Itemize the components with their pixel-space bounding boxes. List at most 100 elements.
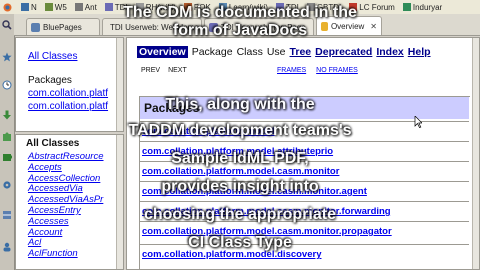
nav-overview: Overview <box>137 46 188 58</box>
bookmark-label: RH(wiki) <box>145 2 176 12</box>
network-icon[interactable] <box>2 210 12 220</box>
tab-bluepages[interactable]: BluePages <box>26 18 100 35</box>
nav-tree[interactable]: Tree <box>290 46 312 58</box>
bookmark-label: TDI <box>114 2 128 12</box>
bookmark-item[interactable]: RH(wiki) <box>133 1 179 13</box>
tab-overview[interactable]: Overview ✕ <box>316 16 382 35</box>
text-cursor-icon <box>414 116 422 128</box>
bookmark-label: Learn(wiki) <box>228 2 268 12</box>
bookmark-label: W5 <box>54 2 67 12</box>
prev-next-nav: PREV NEXT <box>141 67 187 74</box>
bookmark-star-icon[interactable] <box>2 52 12 62</box>
package-link[interactable]: com.collation.platform.model.casm.monito… <box>142 166 339 177</box>
bookmark-label: TDI <box>285 2 299 12</box>
scrollbar[interactable] <box>116 38 123 131</box>
package-link[interactable]: com.collation.platform.model <box>142 126 275 137</box>
nav-help[interactable]: Help <box>408 46 431 58</box>
scrollbar[interactable] <box>472 38 479 269</box>
overview-frame: Overview Package Class Use Tree Deprecat… <box>126 37 480 270</box>
sidebar-toolbar <box>0 14 15 270</box>
package-list-frame: All Classes Packages com.collation.platf… <box>15 37 124 132</box>
bookmark-favicon-icon <box>135 3 144 11</box>
package-link[interactable]: com.collation.platform.model.casm.monito… <box>142 206 391 217</box>
bookmark-favicon-icon <box>74 3 83 11</box>
all-classes-link[interactable]: All Classes <box>28 51 77 62</box>
javadoc-navbar: Overview Package Class Use Tree Deprecat… <box>137 45 431 59</box>
no-frames-link[interactable]: NO FRAMES <box>316 67 358 74</box>
bookmark-label: N <box>31 2 37 12</box>
nav-deprecated[interactable]: Deprecated <box>315 46 372 58</box>
next-label: NEXT <box>168 67 187 74</box>
bookmark-favicon-icon <box>402 3 411 11</box>
bookmark-item[interactable]: GBTDI <box>304 1 344 13</box>
nav-use: Use <box>266 46 286 58</box>
tab-tdi-tompage[interactable]: TDI Userweb: TomPage <box>204 18 314 35</box>
scrollbar[interactable] <box>116 135 123 269</box>
bookmark-item[interactable]: Ant <box>72 1 100 13</box>
bookmark-favicon-icon <box>349 3 358 11</box>
bookmark-item[interactable]: N <box>18 1 40 13</box>
page-icon <box>209 22 218 32</box>
table-row: com.collation.platform.model.discovery <box>140 244 469 263</box>
class-list: AbstractResource Accepts AccessCollectio… <box>28 151 104 260</box>
package-link[interactable]: com.collation.platf <box>28 88 108 99</box>
class-list-frame: All Classes AbstractResource Accepts Acc… <box>15 134 124 270</box>
add-on-puzzle-icon[interactable] <box>2 132 12 142</box>
person-icon[interactable] <box>2 242 12 252</box>
tab-label: BluePages <box>43 22 82 32</box>
table-row: com.collation.platform.model.casm.monito… <box>140 181 469 200</box>
bookmark-favicon-icon <box>275 3 284 11</box>
browser-logo-icon <box>3 3 12 11</box>
bookmark-item[interactable]: TDI <box>273 1 302 13</box>
all-classes-heading: All Classes <box>26 138 80 149</box>
tab-label: Overview <box>330 21 365 31</box>
history-clock-icon[interactable] <box>2 80 12 90</box>
package-link[interactable]: com.collation.platf <box>28 101 108 112</box>
bookmark-favicon-icon <box>306 3 315 11</box>
tab-strip: BluePages TDI Userweb: WebHome TDI Userw… <box>14 14 480 36</box>
bookmark-item[interactable]: Learn(wiki) <box>216 1 271 13</box>
extension-puzzle-icon[interactable] <box>2 152 12 162</box>
nav-index[interactable]: Index <box>376 46 403 58</box>
package-link[interactable]: com.collation.platform.model.attributepr… <box>142 146 333 157</box>
bookmark-item[interactable]: POK <box>181 1 214 13</box>
page-icon <box>321 21 328 31</box>
settings-gear-icon[interactable] <box>2 180 12 190</box>
packages-heading: Packages <box>28 75 72 86</box>
bookmark-favicon-icon <box>44 3 53 11</box>
prev-label: PREV <box>141 67 161 74</box>
table-row: com.collation.platform.model.casm.monito… <box>140 161 469 180</box>
bookmark-favicon-icon <box>21 3 29 11</box>
package-link[interactable]: com.collation.platform.model.casm.monito… <box>142 186 367 197</box>
tab-label: TDI Userweb: WebHome <box>110 22 199 32</box>
table-row: com.collation.platform.model.casm.monito… <box>140 201 469 220</box>
bookmark-label: Ant <box>84 2 97 12</box>
bookmark-favicon-icon <box>183 3 192 11</box>
nav-package: Package <box>191 46 233 58</box>
frames-link[interactable]: FRAMES <box>277 67 306 74</box>
tab-tdi-webhome[interactable]: TDI Userweb: WebHome <box>102 18 202 35</box>
page-icon <box>31 22 40 32</box>
bookmark-item[interactable]: W5 <box>42 1 70 13</box>
bookmark-favicon-icon <box>104 3 113 11</box>
bookmark-item[interactable]: Induryar <box>400 1 445 13</box>
tab-label: TDI Userweb: TomPage <box>221 22 306 32</box>
close-tab-icon[interactable]: ✕ <box>370 22 377 31</box>
class-link[interactable]: Accepts <box>28 162 104 174</box>
nav-class: Class <box>236 46 263 58</box>
table-row: com.collation.platform.model.casm.monito… <box>140 221 469 240</box>
bookmark-label: Induryar <box>412 2 443 12</box>
package-link[interactable]: com.collation.platform.model.casm.monito… <box>142 226 392 237</box>
bookmarks-toolbar: N W5 Ant TDI RH(wiki) POK Learn(wiki) TDI GBTDI L… <box>0 0 480 15</box>
bookmark-item[interactable]: TDI <box>102 1 131 13</box>
class-link[interactable]: Accesses <box>28 216 104 228</box>
bookmark-label: POK <box>193 2 211 12</box>
frames-nav: FRAMES NO FRAMES <box>277 67 358 74</box>
search-icon[interactable] <box>2 20 12 30</box>
package-link[interactable]: com.collation.platform.model.discovery <box>142 249 321 260</box>
download-icon[interactable] <box>2 110 12 120</box>
firefox-menu-icon[interactable] <box>0 1 16 13</box>
bookmark-item[interactable]: LC Forum <box>346 1 398 13</box>
table-row: com.collation.platform.model.attributepr… <box>140 141 469 160</box>
class-link[interactable]: AclFunction <box>28 248 104 260</box>
